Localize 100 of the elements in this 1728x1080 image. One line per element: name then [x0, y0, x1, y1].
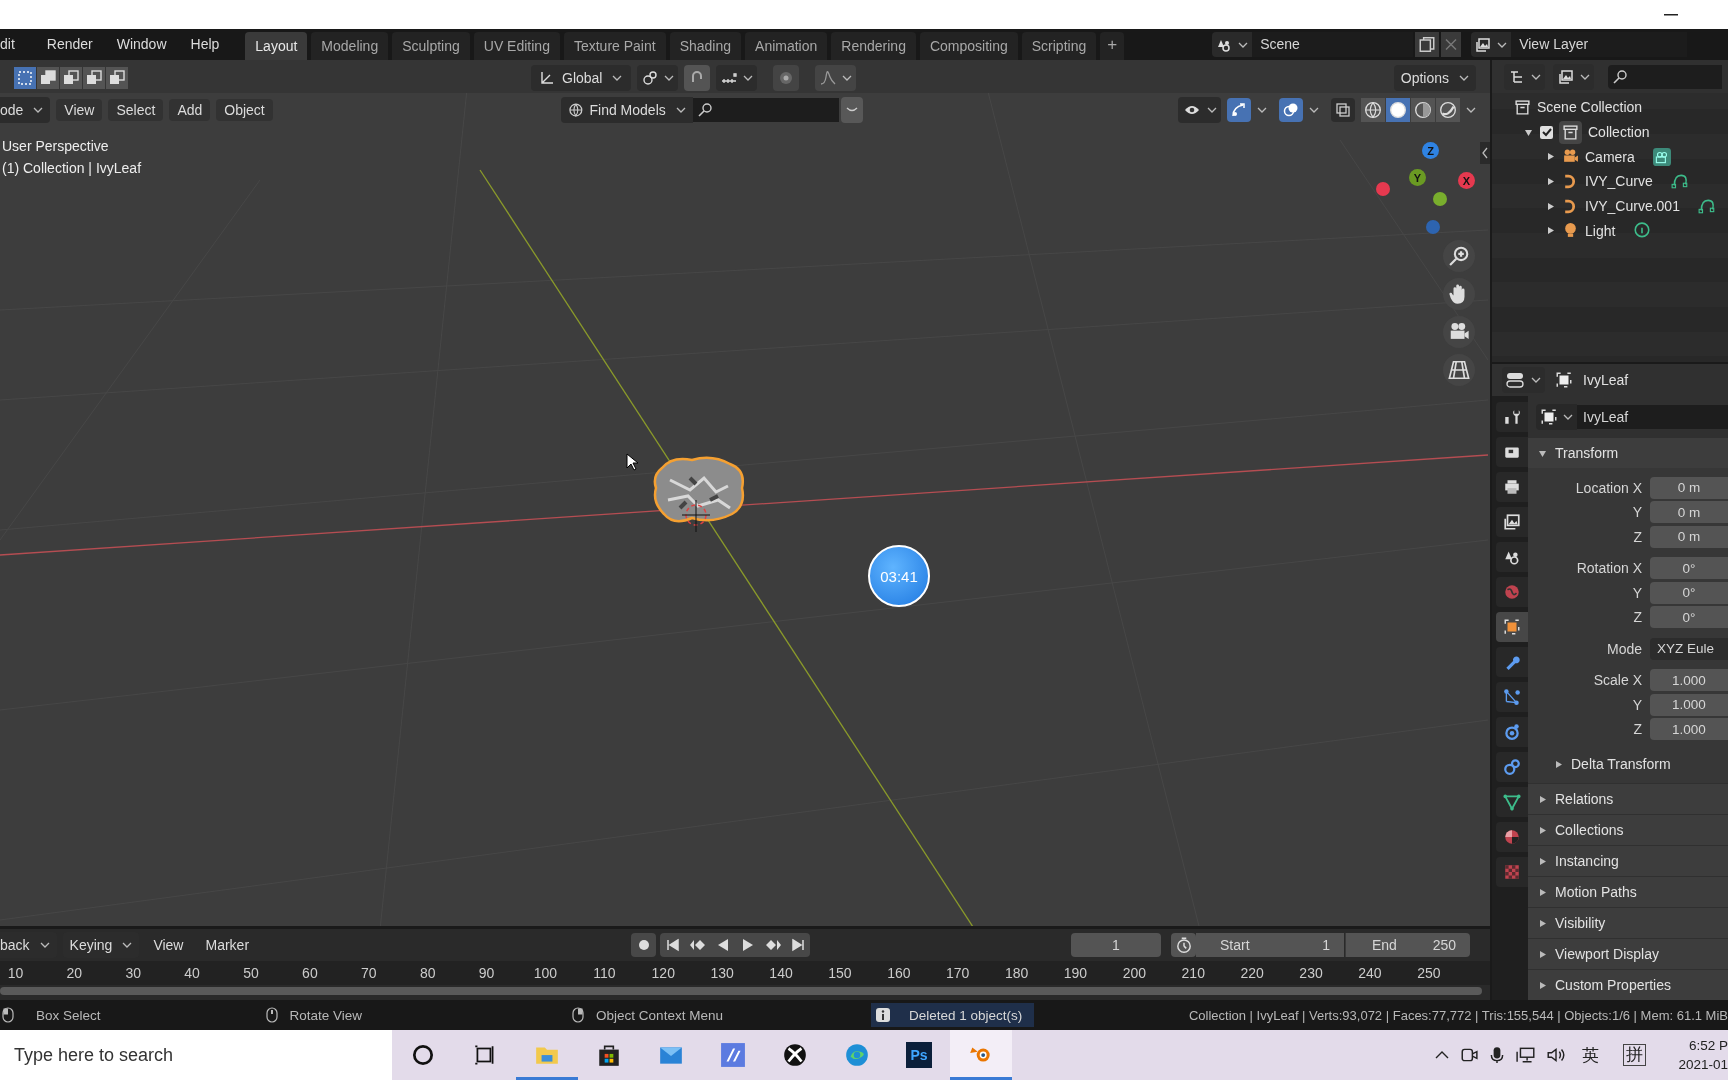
mode-dropdown[interactable]: ode — [0, 97, 51, 123]
input-method-indicator[interactable]: 拼 — [1623, 1044, 1647, 1066]
properties-tab[interactable] — [1496, 472, 1528, 502]
datablock-dropdown[interactable] — [1536, 404, 1577, 430]
menu-item[interactable]: Render — [36, 36, 103, 60]
subpanel-header[interactable]: Delta Transform — [1528, 749, 1728, 779]
options-dropdown[interactable]: Options — [1393, 65, 1476, 91]
properties-tab[interactable] — [1496, 542, 1528, 572]
scene-name-field[interactable]: Scene — [1252, 32, 1414, 57]
curve-data-icon[interactable] — [1697, 197, 1716, 216]
start-frame-field[interactable]: Start 1 — [1196, 933, 1344, 957]
scene-selector[interactable] — [1212, 32, 1253, 57]
outliner-item[interactable]: Scene Collection — [1537, 99, 1643, 116]
select-mode-button[interactable] — [14, 67, 36, 89]
falloff-dropdown[interactable] — [815, 65, 856, 91]
number-field[interactable]: 0° — [1650, 606, 1728, 629]
report-message[interactable]: Deleted 1 object(s) — [870, 1003, 1035, 1027]
overlay-toggle[interactable] — [1279, 98, 1303, 122]
snap-toggle[interactable] — [684, 65, 710, 91]
webcam-icon[interactable] — [1460, 1046, 1479, 1064]
outliner-search-field[interactable] — [1608, 64, 1722, 89]
menu-item[interactable]: Window — [106, 36, 177, 60]
sidebar-toggle[interactable] — [1480, 142, 1490, 164]
viewport-menu-item[interactable]: Object — [216, 99, 273, 121]
outliner-item[interactable]: Camera — [1585, 148, 1635, 165]
close-icon[interactable] — [1441, 32, 1462, 57]
shading-mode-button[interactable] — [1436, 98, 1460, 122]
perspective-toggle[interactable] — [1443, 354, 1475, 386]
workspace-tab[interactable]: Rendering — [831, 32, 916, 60]
mode-dropdown[interactable]: XYZ Eule — [1650, 637, 1728, 660]
workspace-tab[interactable]: UV Editing — [473, 32, 560, 60]
gizmo-toggle[interactable] — [1227, 98, 1251, 122]
viewport-menu-item[interactable]: Select — [108, 99, 164, 121]
curve-data-icon[interactable] — [1670, 172, 1689, 191]
axis-handle[interactable] — [1433, 192, 1447, 206]
view-layer-field[interactable]: View Layer — [1511, 32, 1688, 57]
axis-handle[interactable]: Y — [1409, 169, 1426, 186]
snap-target-dropdown[interactable] — [716, 65, 757, 91]
select-mode-button[interactable] — [37, 67, 59, 89]
xray-toggle[interactable] — [1331, 98, 1355, 122]
pan-button[interactable] — [1443, 278, 1475, 310]
menu-item[interactable]: dit — [0, 36, 25, 60]
number-field[interactable]: 1.000 — [1650, 669, 1728, 692]
search-options-button[interactable] — [840, 97, 863, 123]
select-mode-button[interactable] — [60, 67, 82, 89]
proportional-edit-toggle[interactable] — [773, 65, 799, 91]
workspace-tab[interactable]: Scripting — [1021, 32, 1097, 60]
clock-time[interactable]: 6:52 P — [1688, 1038, 1728, 1053]
properties-tab[interactable] — [1496, 647, 1528, 677]
speaker-icon[interactable] — [1546, 1046, 1567, 1064]
number-field[interactable]: 0 m — [1650, 501, 1728, 524]
view-layer-selector[interactable] — [1471, 32, 1512, 57]
viewport-menu-item[interactable]: Add — [169, 99, 211, 121]
current-frame-field[interactable]: 1 — [1071, 933, 1161, 957]
axis-handle[interactable]: Z — [1422, 142, 1439, 159]
outliner-item[interactable]: IVY_Curve.001 — [1585, 198, 1680, 215]
properties-tab[interactable] — [1496, 507, 1528, 537]
camera-data-icon[interactable] — [1652, 147, 1671, 166]
shading-mode-button[interactable] — [1411, 98, 1435, 122]
properties-tab[interactable] — [1496, 682, 1528, 712]
menu-item[interactable]: Help — [180, 36, 230, 60]
number-field[interactable]: 1.000 — [1650, 718, 1728, 741]
properties-tab[interactable] — [1496, 787, 1528, 817]
outliner-item[interactable]: Light — [1585, 222, 1616, 239]
taskbar-app-button[interactable]: Ps — [888, 1030, 950, 1080]
input-method-indicator[interactable]: 英 — [1582, 1043, 1600, 1067]
frame-range-toggle[interactable] — [1171, 933, 1196, 957]
axis-handle[interactable] — [1426, 220, 1440, 234]
checkbox[interactable] — [1540, 125, 1553, 139]
select-mode-button[interactable] — [83, 67, 105, 89]
axis-handle[interactable] — [1376, 182, 1390, 196]
search-field[interactable] — [692, 98, 839, 122]
number-field[interactable]: 1.000 — [1650, 693, 1728, 716]
workspace-tab[interactable]: Compositing — [919, 32, 1018, 60]
taskbar-search-field[interactable]: Type here to search — [0, 1030, 392, 1080]
workspace-tab[interactable]: Animation — [745, 32, 828, 60]
shading-dropdown-icon[interactable] — [1466, 107, 1476, 113]
filter-dropdown[interactable] — [1553, 63, 1594, 90]
axis-handle[interactable]: X — [1458, 172, 1475, 189]
add-workspace-button[interactable]: + — [1100, 32, 1125, 60]
asset-dropdown[interactable]: Find Models — [560, 97, 693, 123]
workspace-tab[interactable]: Sculpting — [392, 32, 470, 60]
select-mode-button[interactable] — [106, 67, 128, 89]
gizmo-dropdown-icon[interactable] — [1257, 107, 1267, 113]
outliner-item[interactable]: IVY_Curve — [1585, 173, 1653, 190]
scrollbar[interactable] — [0, 987, 1482, 995]
datablock-name-field[interactable]: IvyLeaf — [1577, 405, 1728, 429]
properties-tab[interactable] — [1496, 437, 1528, 467]
shading-mode-button[interactable] — [1361, 98, 1385, 122]
outliner-item[interactable]: Collection — [1588, 124, 1650, 141]
expand-arrow[interactable] — [1522, 127, 1534, 137]
zoom-button[interactable] — [1443, 240, 1475, 272]
network-icon[interactable] — [1516, 1046, 1537, 1064]
number-field[interactable]: 0 m — [1650, 476, 1728, 499]
camera-view-button[interactable] — [1443, 316, 1475, 348]
number-field[interactable]: 0° — [1650, 557, 1728, 580]
record-button[interactable] — [631, 933, 657, 957]
copy-icon[interactable] — [1415, 32, 1440, 57]
workspace-tab[interactable]: Modeling — [311, 32, 389, 60]
visibility-dropdown[interactable] — [1178, 97, 1221, 123]
